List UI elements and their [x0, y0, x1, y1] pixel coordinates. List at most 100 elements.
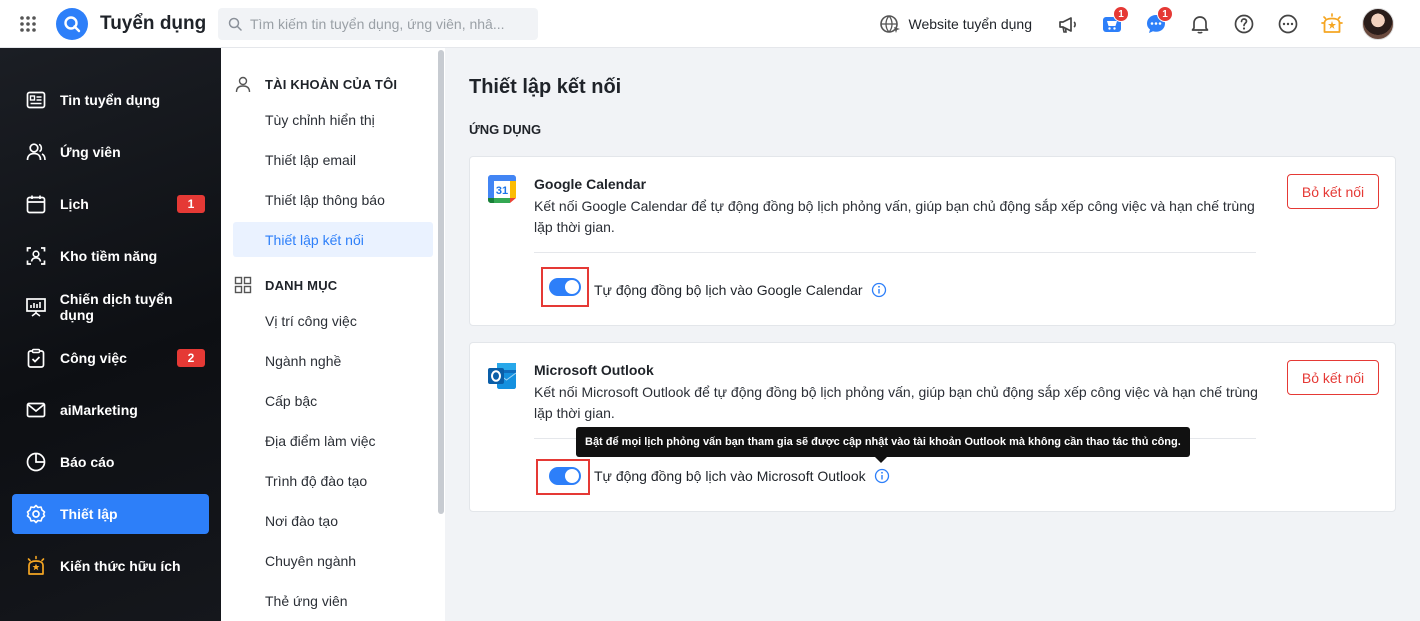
tasks-badge: 2 — [177, 349, 205, 367]
outlook-sync-toggle[interactable] — [549, 467, 581, 485]
disconnect-google-button[interactable]: Bỏ kết nối — [1287, 174, 1379, 209]
search-icon — [228, 17, 242, 31]
nav-label: Ứng viên — [60, 144, 121, 160]
settings-subnav: TÀI KHOẢN CỦA TÔI Tùy chỉnh hiển thị Thi… — [221, 48, 445, 621]
nav-item-reports[interactable]: Báo cáo — [12, 442, 209, 482]
report-icon — [24, 450, 48, 474]
subnav-item-connections[interactable]: Thiết lập kết nối — [233, 222, 433, 257]
account-section-heading: TÀI KHOẢN CỦA TÔI — [233, 74, 397, 94]
announcement-button[interactable] — [1046, 0, 1090, 48]
subnav-item-school[interactable]: Nơi đào tạo — [233, 503, 433, 538]
svg-text:31: 31 — [496, 185, 508, 197]
subnav-item-location[interactable]: Địa điểm làm việc — [233, 423, 433, 458]
nav-label: Công việc — [60, 350, 127, 366]
sync-label: Tự động đồng bộ lịch vào Microsoft Outlo… — [594, 468, 866, 484]
nav-item-job-posts[interactable]: Tin tuyển dụng — [12, 80, 209, 120]
nav-item-candidates[interactable]: Ứng viên — [12, 132, 209, 172]
job-post-icon — [24, 88, 48, 112]
section-label: ỨNG DỤNG — [469, 122, 542, 137]
tips-button[interactable] — [1310, 0, 1354, 48]
task-icon — [24, 346, 48, 370]
nav-label: Tin tuyển dụng — [60, 92, 161, 108]
megaphone-icon — [1059, 17, 1076, 33]
calendar-icon — [24, 192, 48, 216]
nav-label: Lịch — [60, 196, 89, 212]
disconnect-outlook-button[interactable]: Bỏ kết nối — [1287, 360, 1379, 395]
google-calendar-card: 31 Google Calendar Kết nối Google Calend… — [469, 156, 1396, 326]
more-button[interactable] — [1266, 0, 1310, 48]
nav-item-calendar[interactable]: Lịch 1 — [12, 184, 209, 224]
nav-label: Kiến thức hữu ích — [60, 558, 181, 574]
nav-item-tasks[interactable]: Công việc 2 — [12, 338, 209, 378]
chat-badge: 1 — [1157, 6, 1173, 22]
subnav-item-position[interactable]: Vị trí công việc — [233, 303, 433, 338]
search-input[interactable] — [250, 15, 520, 32]
nav-item-settings[interactable]: Thiết lập — [12, 494, 209, 534]
nav-label: aiMarketing — [60, 402, 138, 418]
main-sidebar: Tin tuyển dụng Ứng viên Lịch 1 Kho tiềm … — [0, 48, 221, 621]
subnav-item-candidate-tags[interactable]: Thẻ ứng viên — [233, 583, 433, 618]
app-description: Kết nối Google Calendar để tự động đồng … — [534, 198, 1255, 235]
main-content: Thiết lập kết nối ỨNG DỤNG 31 Google Cal… — [445, 48, 1420, 621]
search-box[interactable] — [218, 7, 538, 40]
subnav-item-education-level[interactable]: Trình độ đào tạo — [233, 463, 433, 498]
user-icon — [233, 74, 253, 94]
help-button[interactable] — [1222, 0, 1266, 48]
grid-icon — [233, 275, 253, 295]
lightbulb-icon — [1321, 13, 1343, 33]
subnav-item-display[interactable]: Tùy chỉnh hiển thị — [233, 102, 433, 137]
cart-badge: 1 — [1113, 6, 1129, 22]
subnav-scrollbar[interactable] — [438, 50, 444, 514]
app-launcher-icon[interactable] — [0, 0, 56, 48]
calendar-badge: 1 — [177, 195, 205, 213]
campaign-icon — [24, 295, 48, 319]
notification-button[interactable] — [1178, 0, 1222, 48]
nav-item-talent-pool[interactable]: Kho tiềm năng — [12, 236, 209, 276]
subnav-item-email[interactable]: Thiết lập email — [233, 142, 433, 177]
more-icon — [1278, 14, 1298, 34]
gear-icon — [24, 502, 48, 526]
website-link-label: Website tuyển dụng — [908, 16, 1033, 32]
app-name: Microsoft Outlook — [534, 362, 654, 378]
chat-button[interactable]: 1 — [1134, 0, 1178, 48]
account-heading-label: TÀI KHOẢN CỦA TÔI — [265, 76, 398, 92]
user-avatar[interactable] — [1362, 8, 1394, 40]
cart-button[interactable]: 1 — [1090, 0, 1134, 48]
bell-icon — [1191, 16, 1209, 34]
catalog-section-heading: DANH MỤC — [233, 275, 337, 295]
google-calendar-icon: 31 — [486, 173, 518, 205]
catalog-heading-label: DANH MỤC — [265, 277, 338, 293]
subnav-item-major[interactable]: Chuyên ngành — [233, 543, 433, 578]
app-name: Google Calendar — [534, 176, 647, 192]
divider — [534, 252, 1256, 253]
google-sync-toggle[interactable] — [549, 278, 581, 296]
nav-label: Kho tiềm năng — [60, 248, 158, 264]
mail-icon — [24, 398, 48, 422]
subnav-item-level[interactable]: Cấp bậc — [233, 383, 433, 418]
nav-label: Chiến dịch tuyển dụng — [59, 291, 173, 323]
help-icon — [1234, 14, 1254, 34]
info-icon[interactable] — [874, 468, 890, 484]
app-description: Kết nối Microsoft Outlook để tự động đồn… — [534, 384, 1258, 421]
outlook-sync-row: Tự động đồng bộ lịch vào Microsoft Outlo… — [594, 464, 890, 488]
candidates-icon — [24, 140, 48, 164]
nav-item-aimarketing[interactable]: aiMarketing — [12, 390, 209, 430]
nav-label: Báo cáo — [60, 454, 115, 470]
app-title: Tuyển dụng — [100, 12, 207, 34]
page-title: Thiết lập kết nối — [469, 76, 622, 98]
website-link[interactable]: Website tuyển dụng — [879, 13, 1033, 35]
info-icon[interactable] — [871, 282, 887, 298]
outlook-icon — [486, 359, 518, 391]
subnav-item-industry[interactable]: Ngành nghề — [233, 343, 433, 378]
outlook-sync-tooltip: Bật để mọi lịch phỏng vấn bạn tham gia s… — [576, 427, 1190, 463]
subnav-item-notifications[interactable]: Thiết lập thông báo — [233, 182, 433, 217]
sync-label: Tự động đồng bộ lịch vào Google Calendar — [594, 282, 863, 298]
nav-item-campaigns[interactable]: Chiến dịch tuyển dụng — [12, 287, 209, 327]
globe-icon — [879, 15, 900, 33]
nav-item-knowledge[interactable]: Kiến thức hữu ích — [12, 546, 209, 586]
nav-label: Thiết lập — [60, 506, 118, 522]
lightbulb-icon — [24, 554, 48, 578]
app-logo-icon — [56, 7, 88, 40]
google-sync-row: Tự động đồng bộ lịch vào Google Calendar — [594, 278, 887, 302]
top-bar: Tuyển dụng Website tuyển dụng 1 1 — [0, 0, 1420, 48]
